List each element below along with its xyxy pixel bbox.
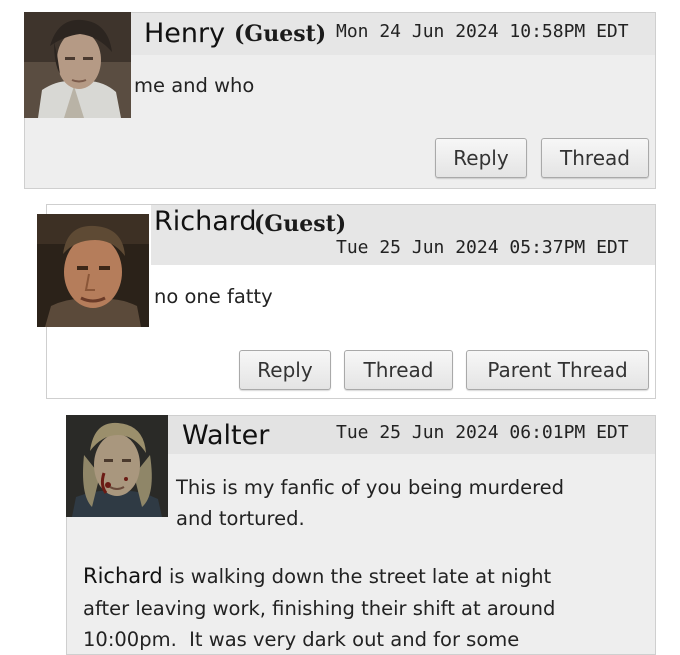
post-date: Tue 25 Jun 2024 06:01PM EDT: [336, 422, 629, 443]
parent-thread-button[interactable]: Parent Thread: [466, 350, 649, 390]
reply-button[interactable]: Reply: [435, 138, 527, 178]
avatar-richard[interactable]: [37, 214, 149, 327]
post-body: me and who: [134, 74, 255, 97]
guest-tag: (Guest): [254, 211, 347, 237]
story-line-1-text: is walking down the street late at night: [162, 565, 552, 588]
story-character-name: Richard: [83, 564, 163, 588]
post-date: Mon 24 Jun 2024 10:58PM EDT: [336, 21, 629, 42]
thread-button[interactable]: Thread: [344, 350, 453, 390]
post-body-intro-line-2: and tortured.: [176, 507, 305, 530]
post-body: no one fatty: [154, 285, 273, 308]
post-date: Tue 25 Jun 2024 05:37PM EDT: [336, 237, 629, 258]
guest-tag: (Guest): [234, 21, 327, 47]
story-line-1: Richard is walking down the street late …: [83, 561, 551, 592]
avatar-henry[interactable]: [24, 12, 131, 118]
reply-button[interactable]: Reply: [239, 350, 331, 390]
story-line-2: after leaving work, finishing their shif…: [83, 597, 556, 620]
author-name[interactable]: Richard: [154, 206, 257, 238]
post-body-intro-line-1: This is my fanfic of you being murdered: [176, 476, 565, 499]
avatar-walter[interactable]: [66, 415, 168, 517]
story-line-3: 10:00pm. It was very dark out and for so…: [83, 628, 520, 651]
author-name[interactable]: Walter: [182, 420, 269, 452]
thread-button[interactable]: Thread: [541, 138, 649, 178]
author-name[interactable]: Henry: [144, 18, 225, 50]
